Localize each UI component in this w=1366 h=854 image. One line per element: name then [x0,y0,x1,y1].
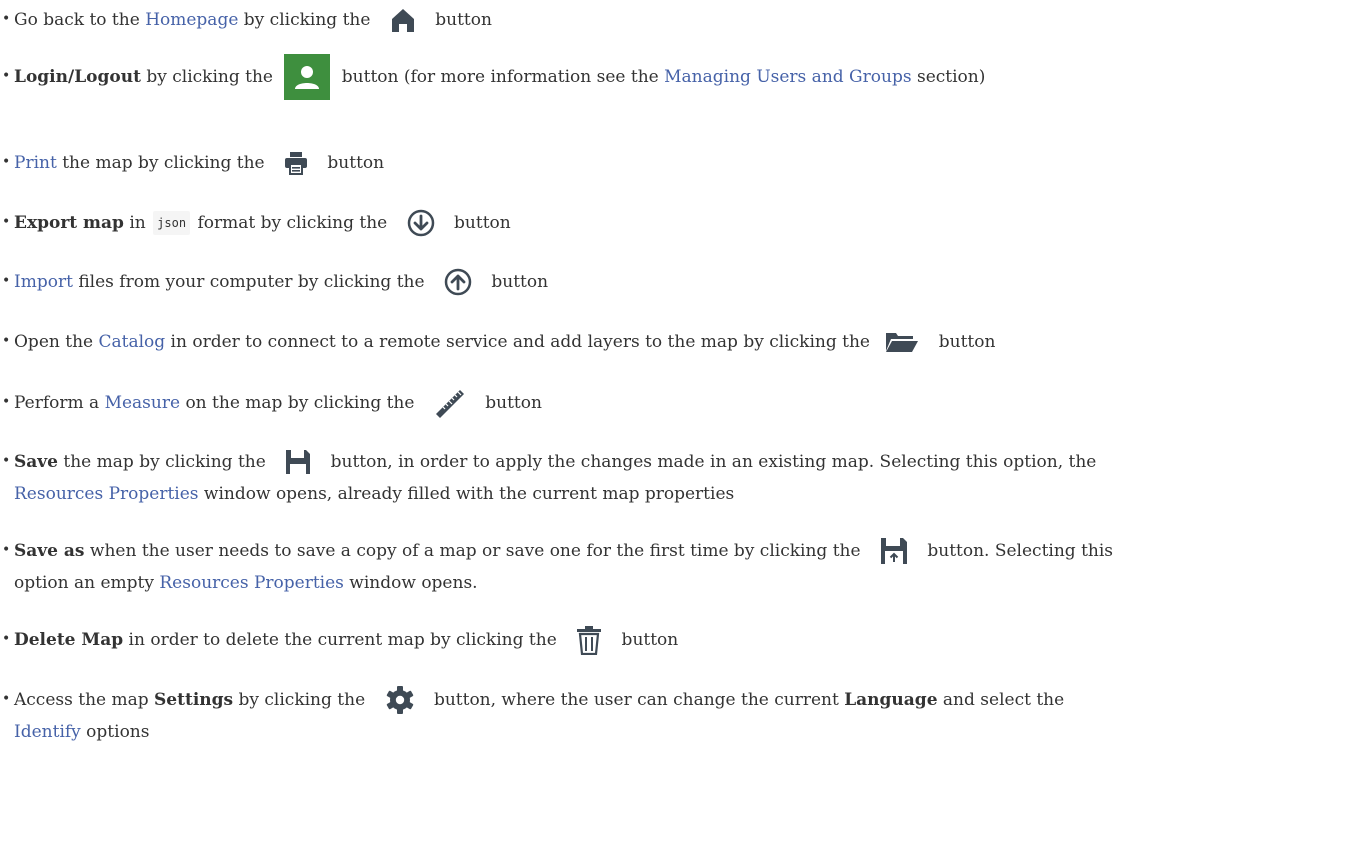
bullet: • [2,214,11,230]
resources-properties-link[interactable]: Resources Properties [14,484,199,504]
measure-link[interactable]: Measure [105,392,180,414]
identify-link[interactable]: Identify [14,722,81,742]
save-icon [285,449,311,475]
homepage-link[interactable]: Homepage [145,9,238,31]
save-as-label: Save as [14,541,85,561]
bullet: • [2,68,11,84]
bullet: • [2,273,11,289]
save-label: Save [14,452,58,472]
save-as-icon [880,537,908,565]
bullet: • [2,631,11,647]
resources-properties-link[interactable]: Resources Properties [159,573,344,593]
delete-map-label: Delete Map [14,630,124,650]
upload-circle-icon [444,268,472,296]
json-code: json [153,211,191,235]
bullet: • [2,333,11,349]
document-page: • Go back to the Homepage by clicking th… [0,0,1366,854]
bullet: • [2,394,11,410]
bullet: • [2,453,11,469]
import-link[interactable]: Import [14,271,73,293]
login-logout-label: Login/Logout [14,67,141,87]
export-map-label: Export map [14,213,124,233]
bullet: • [2,154,11,170]
bullet: • [2,11,11,27]
language-label: Language [844,690,938,710]
settings-label: Settings [154,690,234,710]
print-icon [284,151,308,175]
managing-users-link[interactable]: Managing Users and Groups [664,66,911,88]
home-icon [390,7,416,33]
user-icon [284,54,331,100]
folder-open-icon [885,331,919,353]
ruler-icon [434,388,466,418]
download-circle-icon [407,209,435,237]
catalog-link[interactable]: Catalog [98,331,165,353]
print-link[interactable]: Print [14,152,57,174]
bullet: • [2,691,11,707]
gear-icon [385,685,415,715]
bullet: • [2,542,11,558]
trash-icon [576,625,602,655]
